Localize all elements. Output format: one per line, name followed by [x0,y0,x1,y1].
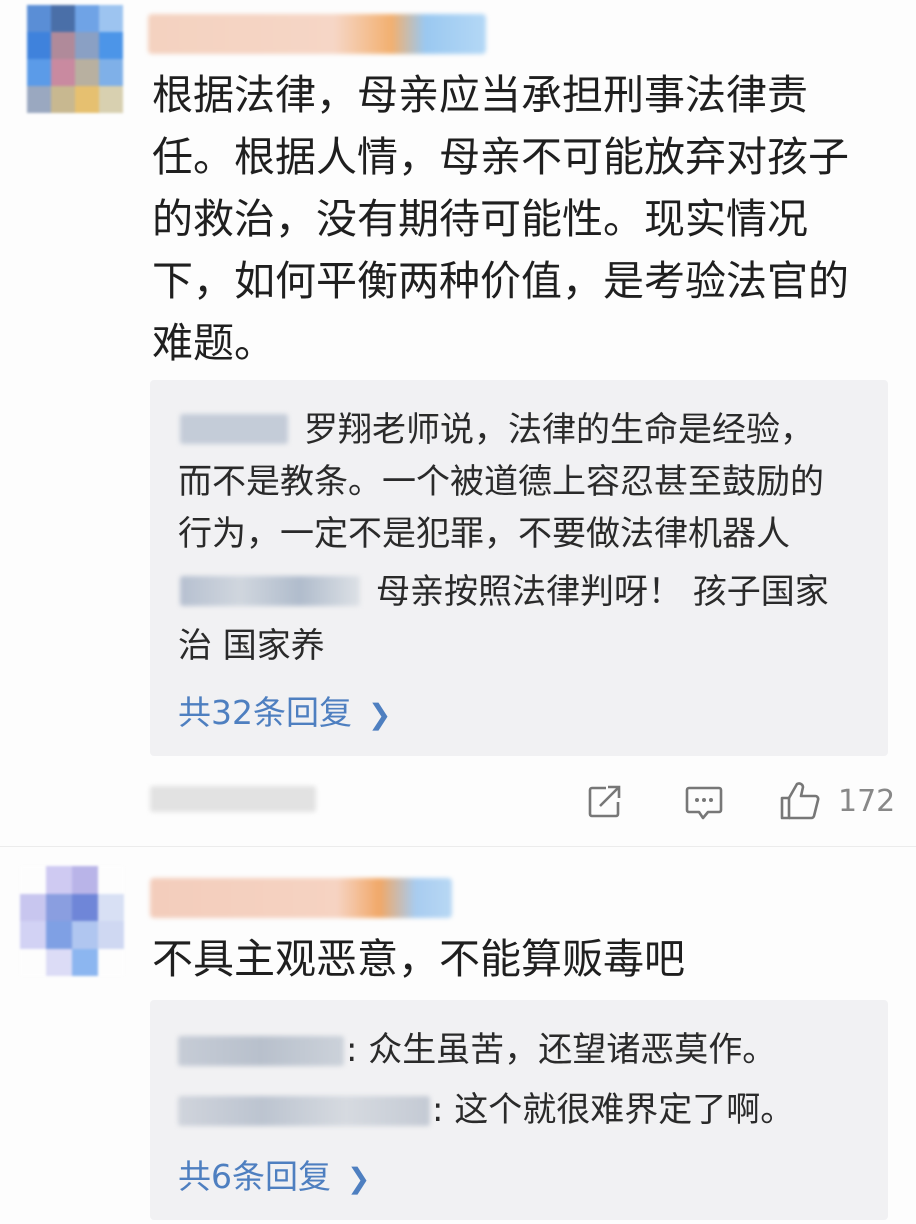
username-2[interactable] [150,878,452,918]
chevron-right-icon: ❯ [368,698,392,731]
username-1[interactable] [148,14,486,54]
comment-text-line: 下，如何平衡两种价值，是考验法官的 [152,257,849,305]
reply-username[interactable] [178,1036,344,1066]
reply-text-line: : 众生虽苦，还望诸恶莫作。 [346,1030,777,1070]
reply-thread-1[interactable]: 罗翔老师说，法律的生命是经验， 而不是教条。一个被道德上容忍甚至鼓励的 行为，一… [150,380,888,756]
comment-1-timestamp-blurred [150,786,316,812]
comment-text-line: 难题。 [152,319,275,367]
reply-username[interactable] [178,1096,430,1126]
view-all-replies-label: 共32条回复 [178,693,352,732]
chevron-right-icon: ❯ [347,1162,371,1195]
reply-username[interactable] [180,414,288,444]
view-all-replies-label: 共6条回复 [178,1157,331,1196]
share-icon[interactable] [586,784,624,820]
reply-thread-2[interactable]: : 众生虽苦，还望诸恶莫作。 : 这个就很难界定了啊。 共6条回复 ❯ [150,1000,888,1220]
divider [0,846,916,847]
view-all-replies-link[interactable]: 共32条回复 ❯ [178,686,391,734]
reply-text-line: : 这个就很难界定了啊。 [432,1090,795,1130]
comment-text-line: 的救治，没有期待可能性。现实情况 [152,195,808,243]
reply-text-line: 母亲按照法律判呀！ 孩子国家 [376,572,829,612]
reply-username[interactable] [180,576,360,606]
comment-text-line: 任。根据人情，母亲不可能放弃对孩子 [152,133,849,181]
like-button[interactable]: 172 [778,780,895,826]
reply-text-line: 行为，一定不是犯罪，不要做法律机器人 [178,514,790,554]
view-all-replies-link[interactable]: 共6条回复 ❯ [178,1150,370,1198]
reply-text-line: 罗翔老师说，法律的生命是经验， [304,410,814,450]
avatar-user-1[interactable] [27,5,123,113]
comment-text-line: 根据法律，母亲应当承担刑事法律责 [152,71,808,119]
comment-icon[interactable] [684,784,724,822]
like-count: 172 [838,784,896,819]
reply-text-line: 治 国家养 [178,626,325,666]
comment-2-text: 不具主观恶意，不能算贩毒吧 [152,935,685,983]
thumbs-up-icon [778,780,822,826]
avatar-user-2[interactable] [20,866,124,976]
reply-text-line: 而不是教条。一个被道德上容忍甚至鼓励的 [178,462,824,502]
